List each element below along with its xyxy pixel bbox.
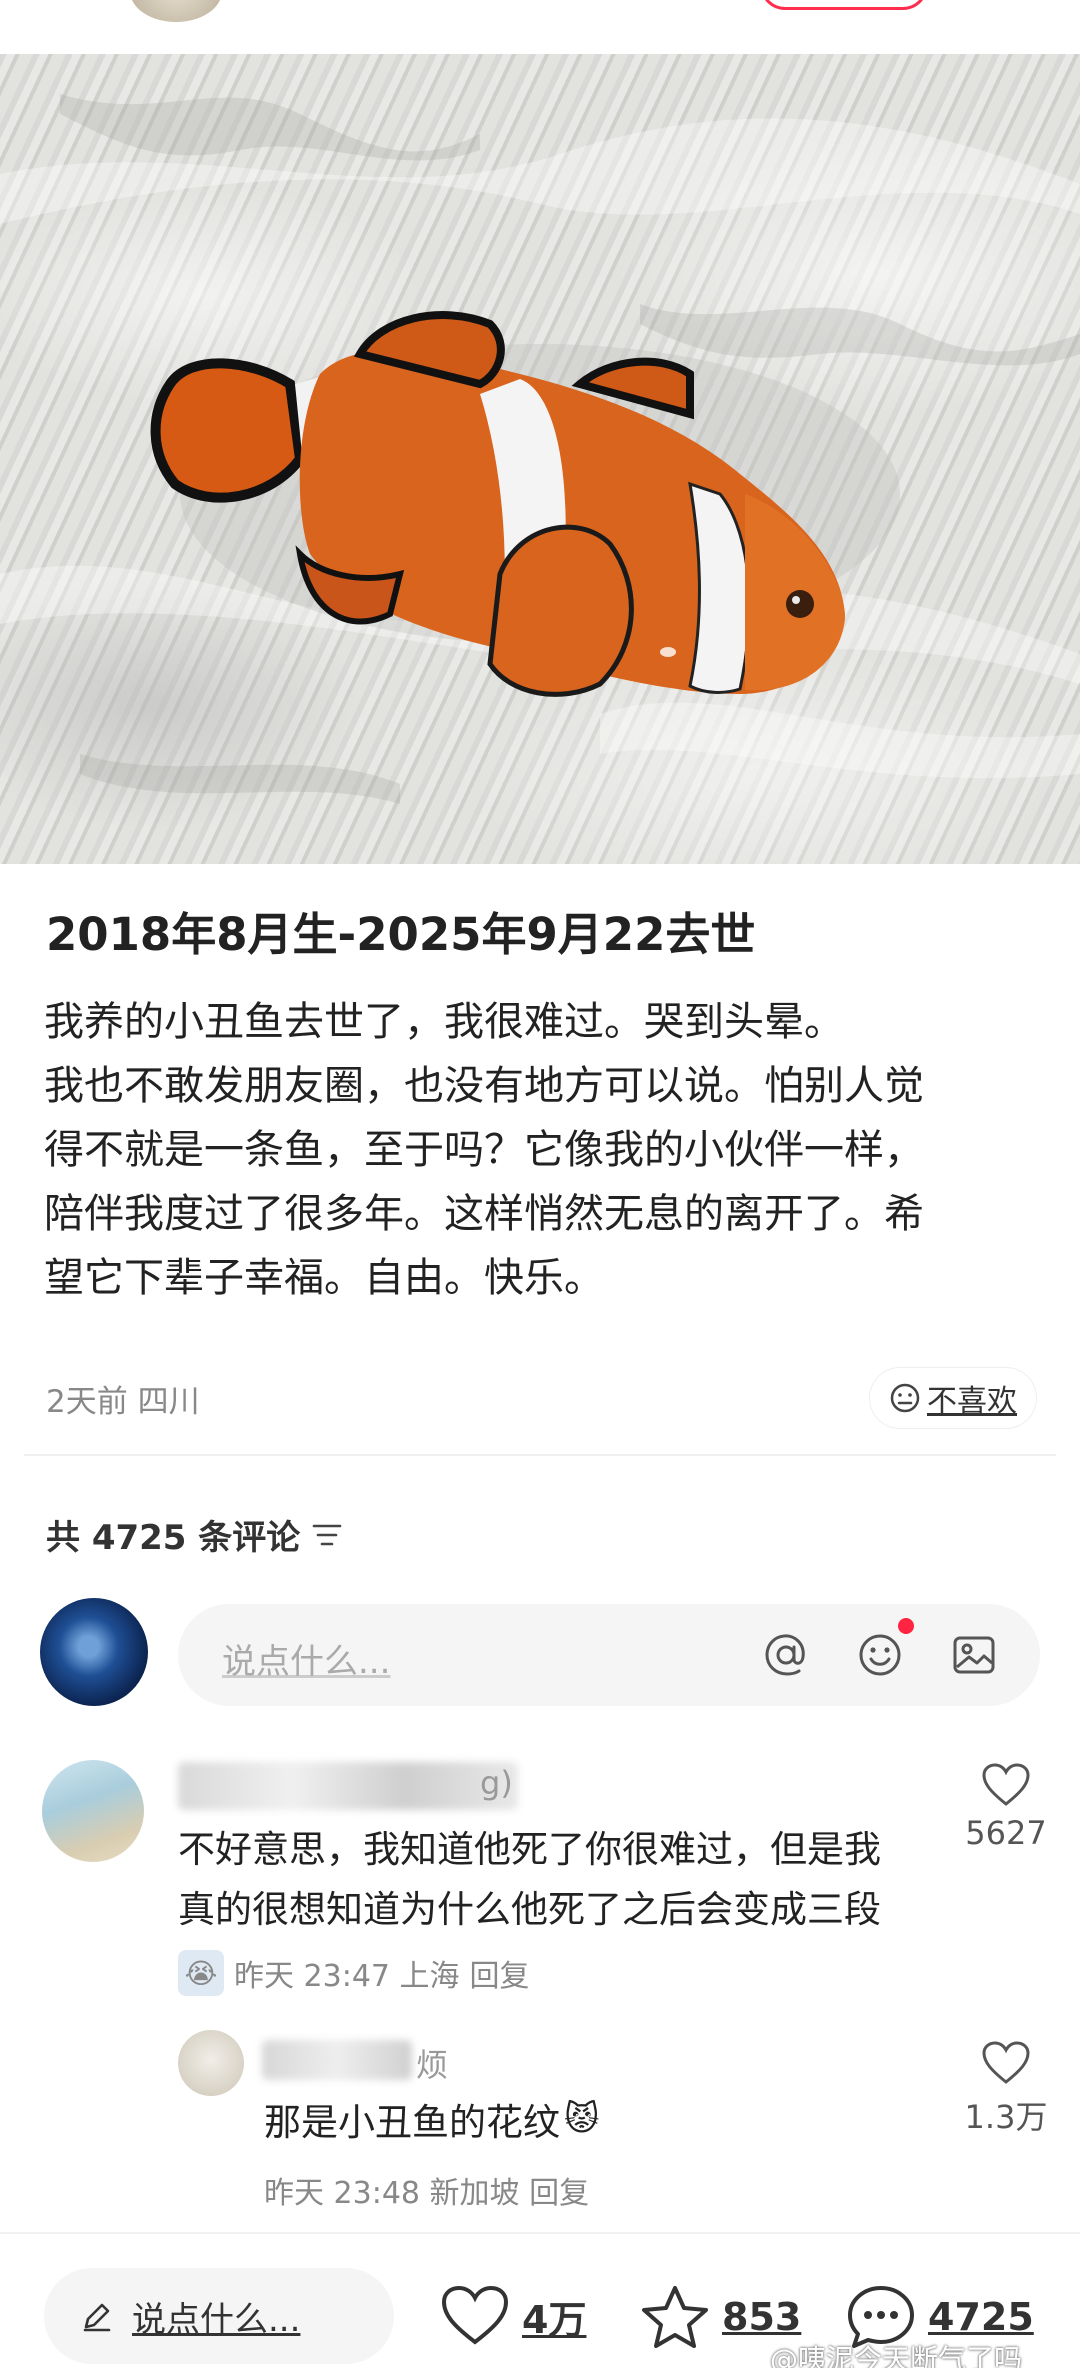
post-title: 2018年8月生-2025年9月22去世: [46, 908, 756, 961]
follow-button[interactable]: [760, 0, 928, 10]
like-count: 4万: [522, 2297, 587, 2342]
emoji-icon[interactable]: [854, 1629, 906, 1681]
heart-icon: [982, 1763, 1030, 1806]
post-body-line: 我养的小丑鱼去世了，我很难过。哭到头晕。: [44, 999, 844, 1045]
reply-text: 那是小丑鱼的花纹 😾: [264, 2092, 599, 2146]
comment-input[interactable]: 说点什么...: [178, 1604, 1040, 1706]
comment-count-label: 共 4725 条评论: [46, 1518, 301, 1558]
comment-like[interactable]: 5627: [946, 1762, 1066, 1852]
bottom-comment-input[interactable]: 说点什么...: [44, 2268, 394, 2364]
favorite-count: 853: [722, 2295, 802, 2339]
crying-emoji-icon: 😭: [178, 1950, 224, 1996]
star-icon: [642, 2286, 708, 2348]
image-icon[interactable]: [948, 1629, 1000, 1681]
post-body-line: 我也不敢发朋友圈，也没有地方可以说。怕别人觉: [44, 1063, 924, 1109]
like-stat[interactable]: 4万: [440, 2284, 586, 2348]
author-avatar[interactable]: [130, 0, 222, 22]
clownfish-photo: [0, 94, 1080, 804]
post-body-line: 望它下辈子幸福。自由。快乐。: [44, 1255, 604, 1301]
replier-name[interactable]: 烦: [416, 2040, 448, 2086]
post-body-line: 得不就是一条鱼，至于吗？它像我的小伙伴一样，: [44, 1127, 924, 1173]
replier-name-blurred[interactable]: [262, 2040, 412, 2080]
reply-meta: 昨天 23:48 新加坡 回复: [264, 2168, 589, 2212]
comment-count-header: 共 4725 条评论: [46, 1510, 342, 1559]
comment-text-line: 真的很想知道为什么他死了之后会变成三段: [178, 1888, 881, 1931]
pencil-icon: [83, 2303, 111, 2332]
my-avatar[interactable]: [40, 1598, 148, 1706]
commenter-avatar[interactable]: [42, 1760, 144, 1862]
reply-like[interactable]: 1.3万: [946, 2040, 1066, 2138]
reply-time-location: 昨天 23:48 新加坡: [264, 2176, 520, 2211]
comment-time-location: 昨天 23:47 上海: [234, 1959, 460, 1994]
watermark: @咦泥今天断气了吗: [770, 2343, 1023, 2368]
reply-button[interactable]: 回复: [470, 1951, 530, 1995]
divider: [24, 1454, 1056, 1456]
angry-cat-emoji-icon: 😾: [564, 2099, 600, 2139]
post-meta: 2天前 四川: [46, 1384, 200, 1420]
comment-text-line: 不好意思，我知道他死了你很难过，但是我: [178, 1828, 881, 1871]
post-body: 我养的小丑鱼去世了，我很难过。哭到头晕。 我也不敢发朋友圈，也没有地方可以说。怕…: [44, 990, 1044, 1310]
commenter-name[interactable]: g): [480, 1764, 513, 1802]
dislike-label: 不喜欢: [927, 1384, 1017, 1419]
post-image[interactable]: [0, 54, 1080, 864]
dislike-button[interactable]: 不喜欢: [870, 1368, 1036, 1428]
post-body-line: 陪伴我度过了很多年。这样悄然无息的离开了。希: [44, 1191, 924, 1237]
heart-icon: [441, 2285, 509, 2345]
comment-input-placeholder: 说点什么...: [222, 1642, 391, 1682]
like-count: 5627: [965, 1814, 1047, 1852]
comment-text: 不好意思，我知道他死了你很难过，但是我 真的很想知道为什么他死了之后会变成三段: [178, 1820, 918, 1940]
top-bar: [0, 0, 1080, 54]
sort-icon[interactable]: [312, 1522, 342, 1548]
comment-count: 4725: [928, 2295, 1034, 2339]
emoji-notification-dot: [898, 1618, 914, 1634]
commenter-name-blurred[interactable]: [178, 1762, 518, 1810]
reply-text-content: 那是小丑鱼的花纹: [264, 2101, 560, 2144]
replier-avatar[interactable]: [178, 2030, 244, 2096]
mention-icon[interactable]: [760, 1629, 812, 1681]
reply-button[interactable]: 回复: [529, 2176, 589, 2211]
heart-icon: [982, 2041, 1030, 2084]
bottom-input-label: 说点什么...: [132, 2299, 301, 2340]
meh-face-icon: [890, 1383, 920, 1413]
like-count: 1.3万: [964, 2098, 1048, 2136]
comment-meta: 😭 昨天 23:47 上海 回复: [178, 1950, 530, 1996]
